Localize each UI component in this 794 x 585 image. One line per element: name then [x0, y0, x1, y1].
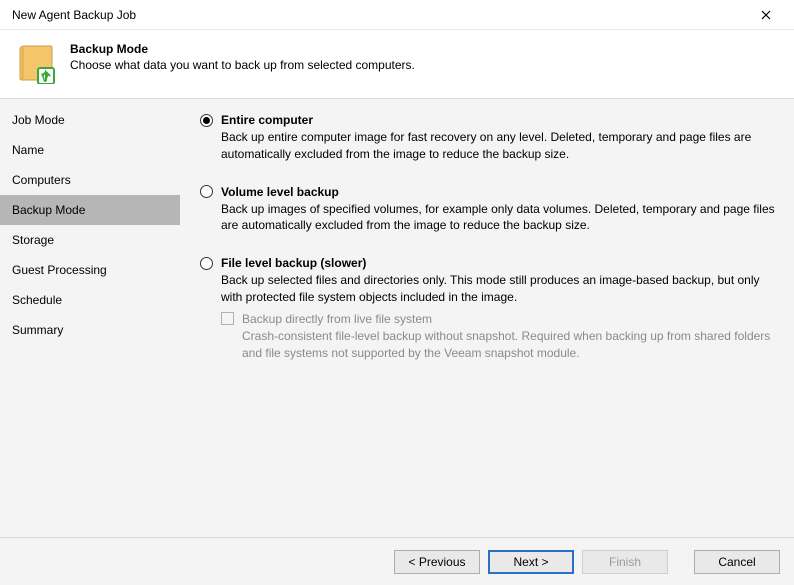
page-subtitle: Choose what data you want to back up fro…	[70, 58, 415, 72]
sidebar-item-summary[interactable]: Summary	[0, 315, 180, 345]
header: V Backup Mode Choose what data you want …	[0, 30, 794, 99]
header-text: Backup Mode Choose what data you want to…	[70, 42, 415, 72]
window-title: New Agent Backup Job	[12, 8, 746, 22]
option-title: Volume level backup	[221, 185, 339, 199]
body: Job Mode Name Computers Backup Mode Stor…	[0, 99, 794, 537]
option-desc: Back up images of specified volumes, for…	[221, 201, 776, 235]
sidebar-item-label: Job Mode	[12, 113, 65, 127]
next-button[interactable]: Next >	[488, 550, 574, 574]
sidebar-item-computers[interactable]: Computers	[0, 165, 180, 195]
sidebar-item-label: Name	[12, 143, 44, 157]
option-head[interactable]: Entire computer	[200, 113, 776, 127]
radio-file-level[interactable]	[200, 257, 213, 270]
cancel-button[interactable]: Cancel	[694, 550, 780, 574]
radio-volume-level[interactable]	[200, 185, 213, 198]
sidebar-item-backup-mode[interactable]: Backup Mode	[0, 195, 180, 225]
sidebar-item-schedule[interactable]: Schedule	[0, 285, 180, 315]
sidebar-item-label: Guest Processing	[12, 263, 107, 277]
option-volume-level: Volume level backup Back up images of sp…	[200, 185, 776, 235]
option-file-level: File level backup (slower) Back up selec…	[200, 256, 776, 361]
finish-button: Finish	[582, 550, 668, 574]
sub-option-desc: Crash-consistent file-level backup witho…	[242, 328, 776, 362]
sidebar-item-label: Computers	[12, 173, 71, 187]
sidebar-item-job-mode[interactable]: Job Mode	[0, 105, 180, 135]
option-head[interactable]: Volume level backup	[200, 185, 776, 199]
radio-entire-computer[interactable]	[200, 114, 213, 127]
sidebar-item-name[interactable]: Name	[0, 135, 180, 165]
backup-mode-icon: V	[16, 42, 58, 84]
sidebar-item-label: Storage	[12, 233, 54, 247]
option-title: Entire computer	[221, 113, 313, 127]
titlebar: New Agent Backup Job	[0, 0, 794, 30]
checkbox-live-file-system	[221, 312, 234, 325]
svg-text:V: V	[41, 71, 49, 84]
sidebar-item-guest-processing[interactable]: Guest Processing	[0, 255, 180, 285]
sidebar-item-label: Schedule	[12, 293, 62, 307]
sidebar-item-label: Backup Mode	[12, 203, 85, 217]
option-desc: Back up selected files and directories o…	[221, 272, 776, 306]
option-head[interactable]: File level backup (slower)	[200, 256, 776, 270]
close-button[interactable]	[746, 1, 786, 29]
sidebar-item-label: Summary	[12, 323, 63, 337]
sub-option-live-file-system: Backup directly from live file system Cr…	[221, 312, 776, 362]
previous-button[interactable]: < Previous	[394, 550, 480, 574]
option-desc: Back up entire computer image for fast r…	[221, 129, 776, 163]
footer: < Previous Next > Finish Cancel	[0, 537, 794, 585]
page-title: Backup Mode	[70, 42, 415, 56]
sidebar: Job Mode Name Computers Backup Mode Stor…	[0, 99, 180, 537]
option-title: File level backup (slower)	[221, 256, 366, 270]
sidebar-item-storage[interactable]: Storage	[0, 225, 180, 255]
sub-option-head: Backup directly from live file system	[221, 312, 776, 326]
close-icon	[761, 10, 771, 20]
option-entire-computer: Entire computer Back up entire computer …	[200, 113, 776, 163]
sub-option-label: Backup directly from live file system	[242, 312, 432, 326]
content: Entire computer Back up entire computer …	[180, 99, 794, 537]
